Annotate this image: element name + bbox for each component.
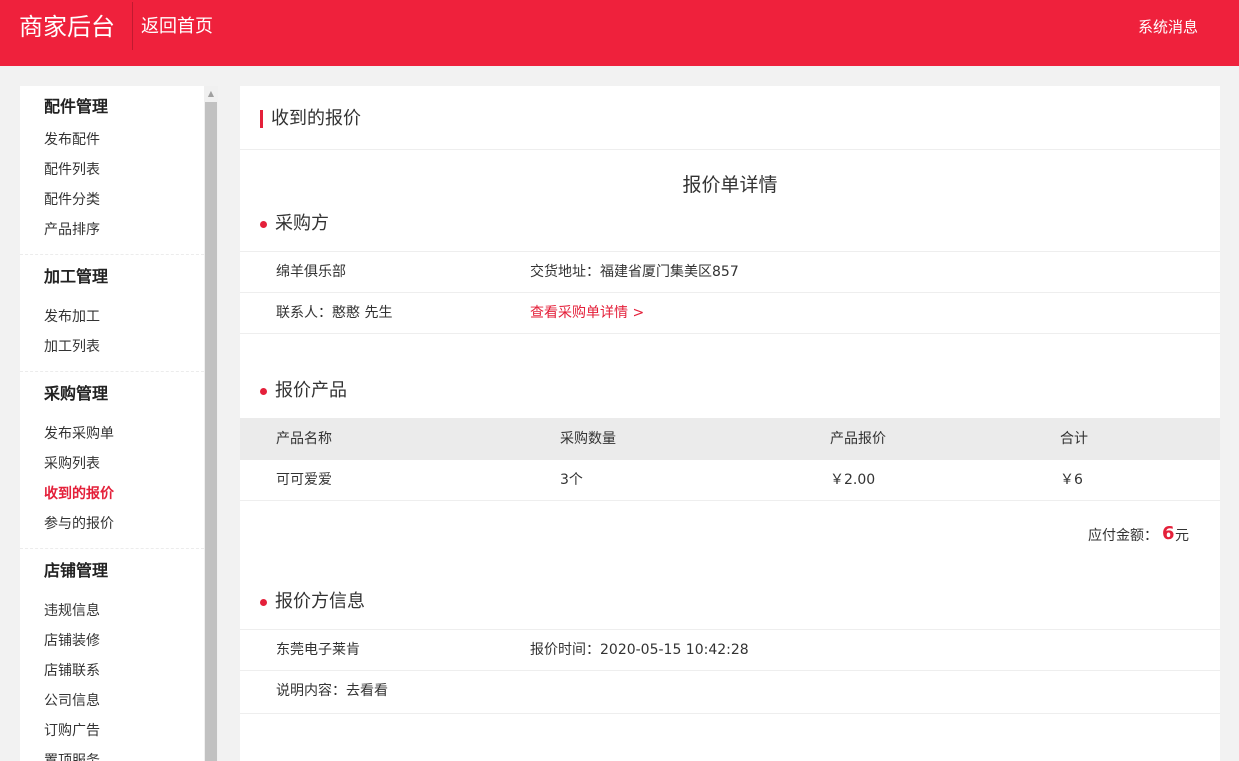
delivery-address: 交货地址：福建省厦门集美区857 — [530, 264, 739, 280]
sidebar-item-store-decoration[interactable]: 店铺装修 — [44, 631, 100, 651]
sidebar-separator — [20, 371, 204, 372]
divider — [240, 713, 1220, 714]
sidebar-item-product-sort[interactable]: 产品排序 — [44, 220, 100, 240]
column-header-name: 产品名称 — [276, 431, 332, 447]
sidebar-item-joined-quotes[interactable]: 参与的报价 — [44, 514, 114, 534]
section-bullet-icon — [260, 221, 267, 228]
table-cell-price: ￥2.00 — [830, 472, 876, 488]
sidebar-item-received-quotes[interactable]: 收到的报价 — [44, 484, 114, 504]
top-header: 商家后台 返回首页 系统消息 — [0, 0, 1239, 66]
quote-description: 说明内容：去看看 — [276, 683, 388, 699]
sidebar: 配件管理 发布配件 配件列表 配件分类 产品排序 加工管理 发布加工 加工列表 … — [20, 86, 204, 761]
sidebar-scrollbar[interactable]: ▲ — [204, 86, 218, 761]
divider — [240, 333, 1220, 334]
table-cell-total: ￥6 — [1060, 472, 1083, 488]
divider — [240, 629, 1220, 630]
divider — [240, 670, 1220, 671]
purchase-detail-link[interactable]: 查看采购单详情 > — [530, 303, 644, 323]
section-bullet-icon — [260, 388, 267, 395]
page-title-bar: 收到的报价 — [240, 86, 1220, 150]
sidebar-item-pin-service[interactable]: 置顶服务 — [44, 751, 100, 761]
sidebar-item-parts-category[interactable]: 配件分类 — [44, 190, 100, 210]
sidebar-separator — [20, 548, 204, 549]
sidebar-group-store: 店铺管理 — [44, 561, 109, 580]
sidebar-item-company-info[interactable]: 公司信息 — [44, 691, 100, 711]
sidebar-item-store-contact[interactable]: 店铺联系 — [44, 661, 100, 681]
sidebar-item-processing-list[interactable]: 加工列表 — [44, 337, 100, 357]
divider — [240, 500, 1220, 501]
payable-amount-value: 6 — [1162, 523, 1175, 544]
buyer-name: 绵羊俱乐部 — [276, 264, 346, 280]
scroll-up-arrow-icon[interactable]: ▲ — [204, 86, 218, 102]
scrollbar-thumb[interactable] — [205, 102, 217, 761]
payable-amount-unit: 元 — [1175, 528, 1189, 544]
page-title: 收到的报价 — [271, 108, 361, 129]
products-section-title: 报价产品 — [275, 380, 347, 401]
section-bullet-icon — [260, 599, 267, 606]
table-cell-quantity: 3个 — [560, 472, 583, 488]
sidebar-item-publish-parts[interactable]: 发布配件 — [44, 130, 100, 150]
divider — [240, 251, 1220, 252]
buyer-section-title: 采购方 — [275, 213, 329, 234]
sidebar-item-violations[interactable]: 违规信息 — [44, 601, 100, 621]
sidebar-group-parts: 配件管理 — [44, 97, 109, 116]
payable-amount-label: 应付金额： — [1088, 528, 1158, 544]
home-link[interactable]: 返回首页 — [141, 15, 213, 39]
sidebar-separator — [20, 254, 204, 255]
sidebar-item-publish-processing[interactable]: 发布加工 — [44, 307, 100, 327]
title-accent-bar — [260, 110, 263, 128]
quoter-name: 东莞电子莱肯 — [276, 642, 360, 658]
sidebar-item-publish-purchase[interactable]: 发布采购单 — [44, 424, 114, 444]
table-cell-product-name: 可可爱爱 — [276, 472, 332, 488]
column-header-quantity: 采购数量 — [560, 431, 616, 447]
divider — [240, 292, 1220, 293]
quoter-section-title: 报价方信息 — [275, 591, 365, 612]
sidebar-group-purchasing: 采购管理 — [44, 384, 109, 403]
sidebar-group-processing: 加工管理 — [44, 267, 109, 286]
quote-detail-title: 报价单详情 — [682, 174, 778, 196]
buyer-contact: 联系人：憨憨 先生 — [276, 305, 393, 321]
column-header-price: 产品报价 — [830, 431, 886, 447]
sidebar-item-order-ads[interactable]: 订购广告 — [44, 721, 100, 741]
brand-title: 商家后台 — [19, 13, 115, 41]
header-divider — [132, 2, 133, 50]
main-panel: 收到的报价 报价单详情 采购方 绵羊俱乐部 交货地址：福建省厦门集美区857 联… — [240, 86, 1220, 761]
system-messages-link[interactable]: 系统消息 — [1138, 16, 1198, 38]
column-header-total: 合计 — [1060, 431, 1088, 447]
products-table-header: 产品名称 采购数量 产品报价 合计 — [240, 418, 1220, 460]
sidebar-item-purchase-list[interactable]: 采购列表 — [44, 454, 100, 474]
quote-time: 报价时间：2020-05-15 10:42:28 — [530, 642, 749, 658]
sidebar-item-parts-list[interactable]: 配件列表 — [44, 160, 100, 180]
